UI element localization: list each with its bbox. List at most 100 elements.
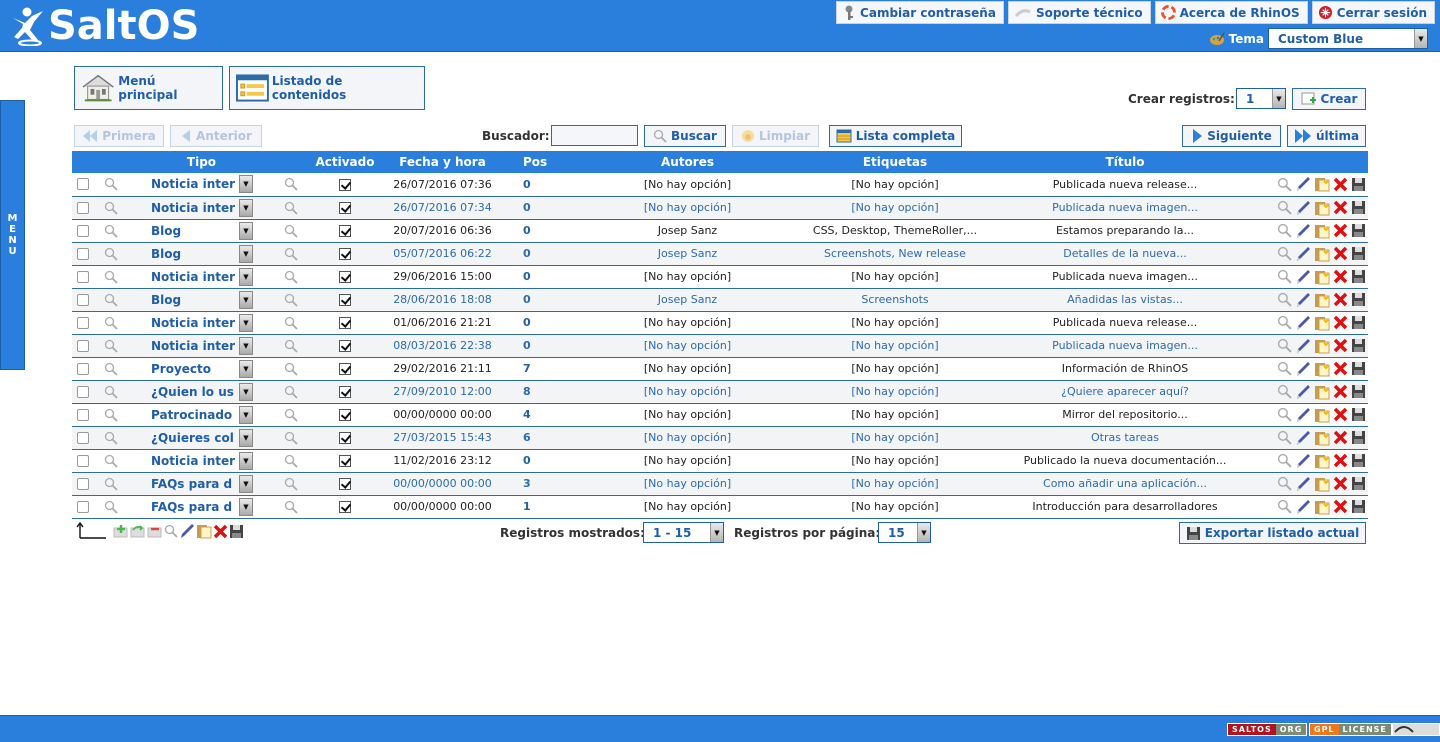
copy-icon[interactable] [1314, 476, 1330, 492]
save-disk-icon[interactable] [1351, 269, 1366, 284]
row-checkbox[interactable] [77, 362, 89, 375]
tipo-magnifier-icon[interactable] [284, 454, 298, 468]
activado-checkbox[interactable] [339, 409, 351, 421]
gpl-license-badge[interactable]: GPL LICENSE [1309, 723, 1392, 736]
delete-icon[interactable] [1333, 499, 1348, 514]
save-disk-icon[interactable] [1351, 453, 1366, 468]
delete-icon[interactable] [1333, 269, 1348, 284]
bulk-copy-icon[interactable] [196, 523, 212, 539]
view-icon[interactable] [1277, 453, 1292, 468]
delete-icon[interactable] [1333, 338, 1348, 353]
view-magnifier-icon[interactable] [104, 477, 118, 491]
edit-pencil-icon[interactable] [1295, 338, 1311, 354]
copy-icon[interactable] [1314, 269, 1330, 285]
delete-icon[interactable] [1333, 292, 1348, 307]
col-pos[interactable]: Pos [510, 151, 570, 173]
tipo-magnifier-icon[interactable] [284, 431, 298, 445]
tipo-select[interactable]: FAQs para d ▼ [148, 474, 255, 493]
tipo-magnifier-icon[interactable] [284, 224, 298, 238]
first-page-button[interactable]: Primera [74, 125, 164, 147]
activado-checkbox[interactable] [339, 340, 351, 352]
tech-support-button[interactable]: Soporte técnico [1007, 1, 1151, 24]
activado-checkbox[interactable] [339, 501, 351, 513]
full-list-button[interactable]: Lista completa [829, 125, 962, 147]
row-checkbox[interactable] [77, 178, 89, 191]
view-icon[interactable] [1277, 361, 1292, 376]
view-magnifier-icon[interactable] [104, 339, 118, 353]
tipo-magnifier-icon[interactable] [284, 293, 298, 307]
edit-pencil-icon[interactable] [1295, 269, 1311, 285]
delete-icon[interactable] [1333, 476, 1348, 491]
side-menu-tab[interactable]: M E N U [0, 100, 25, 370]
save-disk-icon[interactable] [1351, 292, 1366, 307]
theme-select[interactable]: Custom Blue ▼ [1268, 28, 1428, 49]
search-button[interactable]: Buscar [644, 125, 726, 147]
export-button[interactable]: Exportar listado actual [1179, 522, 1366, 544]
search-input[interactable] [551, 125, 638, 146]
copy-icon[interactable] [1314, 315, 1330, 331]
tipo-magnifier-icon[interactable] [284, 500, 298, 514]
delete-icon[interactable] [1333, 223, 1348, 238]
view-magnifier-icon[interactable] [104, 454, 118, 468]
tipo-select[interactable]: Proyecto ▼ [148, 359, 255, 378]
row-checkbox[interactable] [77, 477, 89, 490]
tipo-magnifier-icon[interactable] [284, 385, 298, 399]
bulk-save-icon[interactable] [229, 524, 244, 539]
save-disk-icon[interactable] [1351, 361, 1366, 376]
tipo-magnifier-icon[interactable] [284, 201, 298, 215]
edit-pencil-icon[interactable] [1295, 453, 1311, 469]
view-icon[interactable] [1277, 177, 1292, 192]
row-checkbox[interactable] [77, 339, 89, 352]
tipo-magnifier-icon[interactable] [284, 362, 298, 376]
bulk-view-icon[interactable] [164, 524, 178, 538]
save-disk-icon[interactable] [1351, 499, 1366, 514]
edit-pencil-icon[interactable] [1295, 430, 1311, 446]
row-checkbox[interactable] [77, 316, 89, 329]
view-magnifier-icon[interactable] [104, 270, 118, 284]
view-magnifier-icon[interactable] [104, 293, 118, 307]
tipo-select[interactable]: ¿Quieres col ▼ [148, 428, 255, 447]
tipo-select[interactable]: Patrocinado ▼ [148, 405, 255, 424]
next-page-button[interactable]: Siguiente [1182, 125, 1281, 147]
tipo-select[interactable]: Blog ▼ [148, 221, 255, 240]
activado-checkbox[interactable] [339, 225, 351, 237]
add-item-icon[interactable] [113, 524, 129, 538]
remove-item-icon[interactable] [147, 524, 163, 538]
view-magnifier-icon[interactable] [104, 385, 118, 399]
tipo-select[interactable]: Noticia inter ▼ [148, 451, 255, 470]
save-disk-icon[interactable] [1351, 315, 1366, 330]
create-button[interactable]: Crear [1292, 88, 1366, 110]
activado-checkbox[interactable] [339, 294, 351, 306]
saltos-org-badge[interactable]: SALTOS ORG [1227, 723, 1308, 736]
row-checkbox[interactable] [77, 270, 89, 283]
edit-pencil-icon[interactable] [1295, 315, 1311, 331]
col-fecha[interactable]: Fecha y hora [375, 151, 510, 173]
clear-button[interactable]: Limpiar [732, 125, 819, 147]
copy-icon[interactable] [1314, 384, 1330, 400]
activado-checkbox[interactable] [339, 248, 351, 260]
main-menu-button[interactable]: Menú principal [74, 66, 223, 110]
delete-icon[interactable] [1333, 200, 1348, 215]
tipo-select[interactable]: FAQs para d ▼ [148, 497, 255, 516]
edit-pencil-icon[interactable] [1295, 476, 1311, 492]
view-icon[interactable] [1277, 384, 1292, 399]
move-item-icon[interactable] [130, 524, 146, 538]
view-magnifier-icon[interactable] [104, 201, 118, 215]
delete-icon[interactable] [1333, 361, 1348, 376]
col-activado[interactable]: Activado [315, 151, 375, 173]
view-magnifier-icon[interactable] [104, 316, 118, 330]
delete-icon[interactable] [1333, 453, 1348, 468]
row-checkbox[interactable] [77, 201, 89, 214]
tipo-magnifier-icon[interactable] [284, 477, 298, 491]
row-checkbox[interactable] [77, 224, 89, 237]
records-shown-select[interactable]: 1 - 15 ▼ [643, 522, 724, 543]
view-magnifier-icon[interactable] [104, 247, 118, 261]
tipo-magnifier-icon[interactable] [284, 316, 298, 330]
view-icon[interactable] [1277, 292, 1292, 307]
col-etiquetas[interactable]: Etiquetas [805, 151, 985, 173]
copy-icon[interactable] [1314, 407, 1330, 423]
tipo-magnifier-icon[interactable] [284, 270, 298, 284]
view-magnifier-icon[interactable] [104, 408, 118, 422]
change-password-button[interactable]: Cambiar contraseña [836, 1, 1004, 24]
row-checkbox[interactable] [77, 431, 89, 444]
